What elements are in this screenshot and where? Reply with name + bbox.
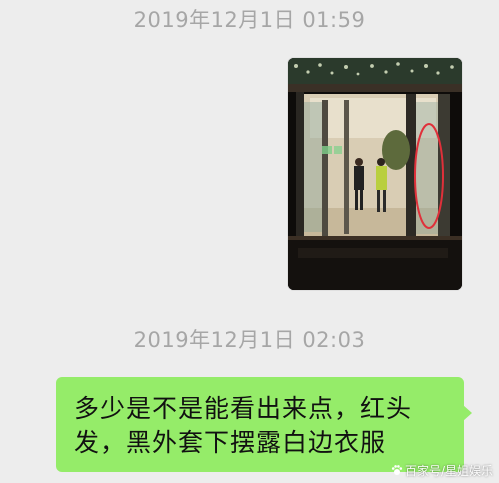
bubble-tail xyxy=(463,405,472,421)
chat-screen: 2019年12月1日 01:59 2019年12月1日 02:03 多少是不是能… xyxy=(0,0,499,483)
message-line: 多少是不是能看出来点，红头 xyxy=(74,394,413,423)
message-timestamp: 2019年12月1日 01:59 xyxy=(133,8,366,32)
message-timestamp: 2019年12月1日 02:03 xyxy=(133,328,366,352)
image-message[interactable] xyxy=(288,58,462,290)
watermark: 百家号/星姐娱乐 xyxy=(391,462,493,479)
paw-icon xyxy=(391,465,403,475)
watermark-text: 百家号/星姐娱乐 xyxy=(404,464,493,478)
message-line: 发，黑外套下摆露白边衣服 xyxy=(74,428,387,457)
text-message-bubble[interactable]: 多少是不是能看出来点，红头 发，黑外套下摆露白边衣服 xyxy=(56,377,472,472)
photo-thumbnail xyxy=(288,58,462,290)
